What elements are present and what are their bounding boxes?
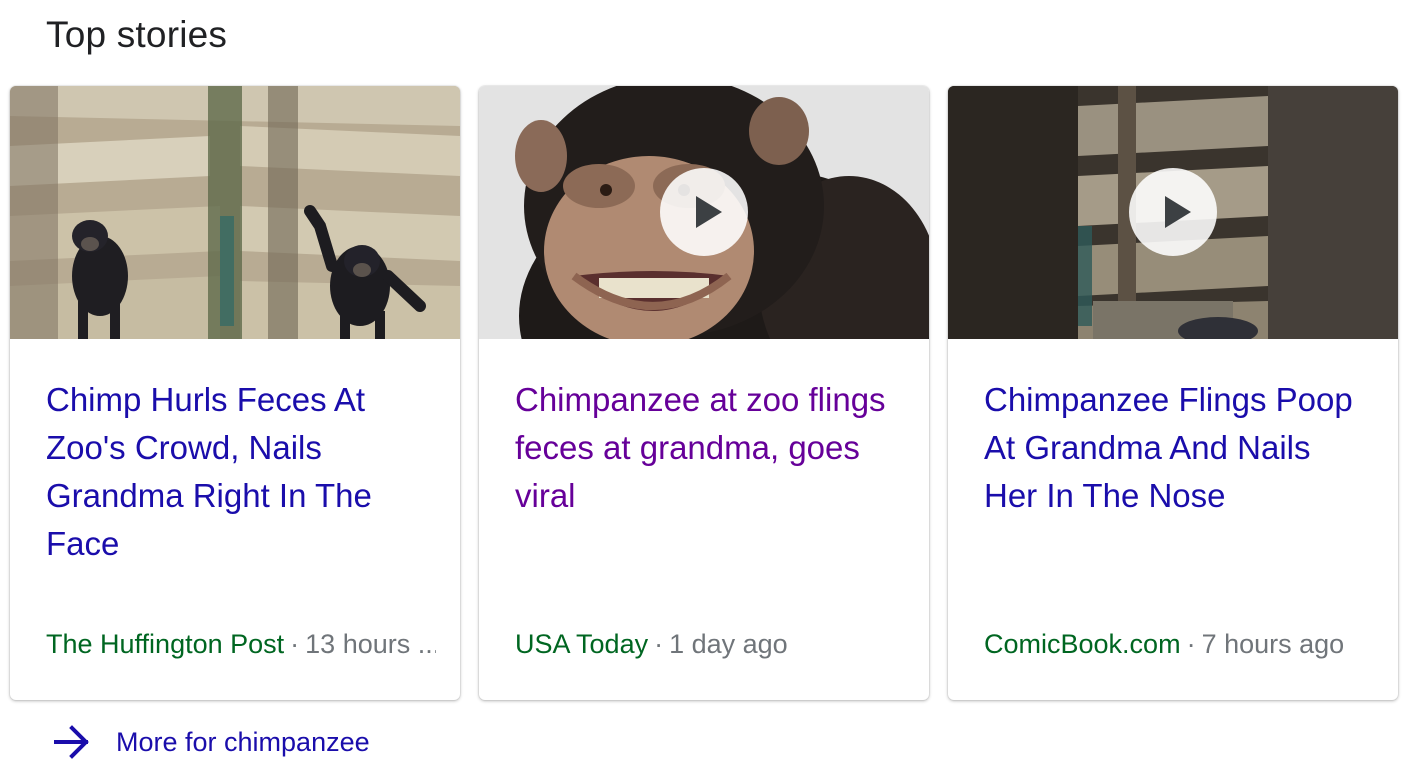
arrow-right-icon — [54, 725, 89, 759]
play-video-button[interactable] — [1129, 168, 1217, 256]
play-icon — [1165, 196, 1191, 228]
story-time: 7 hours ago — [1201, 629, 1345, 659]
story-time: 1 day ago — [669, 629, 788, 659]
story-meta: ComicBook.com · 7 hours ago — [984, 629, 1374, 660]
story-meta: USA Today · 1 day ago — [515, 629, 905, 660]
story-source: USA Today — [515, 629, 649, 659]
story-source: The Huffington Post — [46, 629, 285, 659]
play-video-button[interactable] — [660, 168, 748, 256]
story-source: ComicBook.com — [984, 629, 1181, 659]
meta-separator: · — [290, 629, 300, 659]
story-meta: The Huffington Post · 13 hours ... — [46, 629, 436, 660]
story-thumbnail[interactable] — [10, 86, 460, 339]
more-stories-label[interactable]: More for chimpanzee — [116, 727, 370, 758]
story-card[interactable]: Chimp Hurls Feces At Zoo's Crowd, Nails … — [10, 86, 460, 700]
story-card[interactable]: Chimpanzee at zoo flings feces at grandm… — [479, 86, 929, 700]
story-headline[interactable]: Chimpanzee Flings Poop At Grandma And Na… — [984, 376, 1364, 520]
story-card[interactable]: Chimpanzee Flings Poop At Grandma And Na… — [948, 86, 1398, 700]
story-thumbnail[interactable] — [948, 86, 1398, 339]
section-title: Top stories — [46, 14, 228, 55]
story-headline[interactable]: Chimp Hurls Feces At Zoo's Crowd, Nails … — [46, 376, 426, 568]
more-stories-link[interactable]: More for chimpanzee — [52, 718, 370, 766]
meta-separator: · — [1186, 629, 1196, 659]
story-time: 13 hours ... — [305, 629, 436, 659]
story-headline[interactable]: Chimpanzee at zoo flings feces at grandm… — [515, 376, 895, 520]
story-thumbnail[interactable] — [479, 86, 929, 339]
meta-separator: · — [654, 629, 664, 659]
play-icon — [696, 196, 722, 228]
